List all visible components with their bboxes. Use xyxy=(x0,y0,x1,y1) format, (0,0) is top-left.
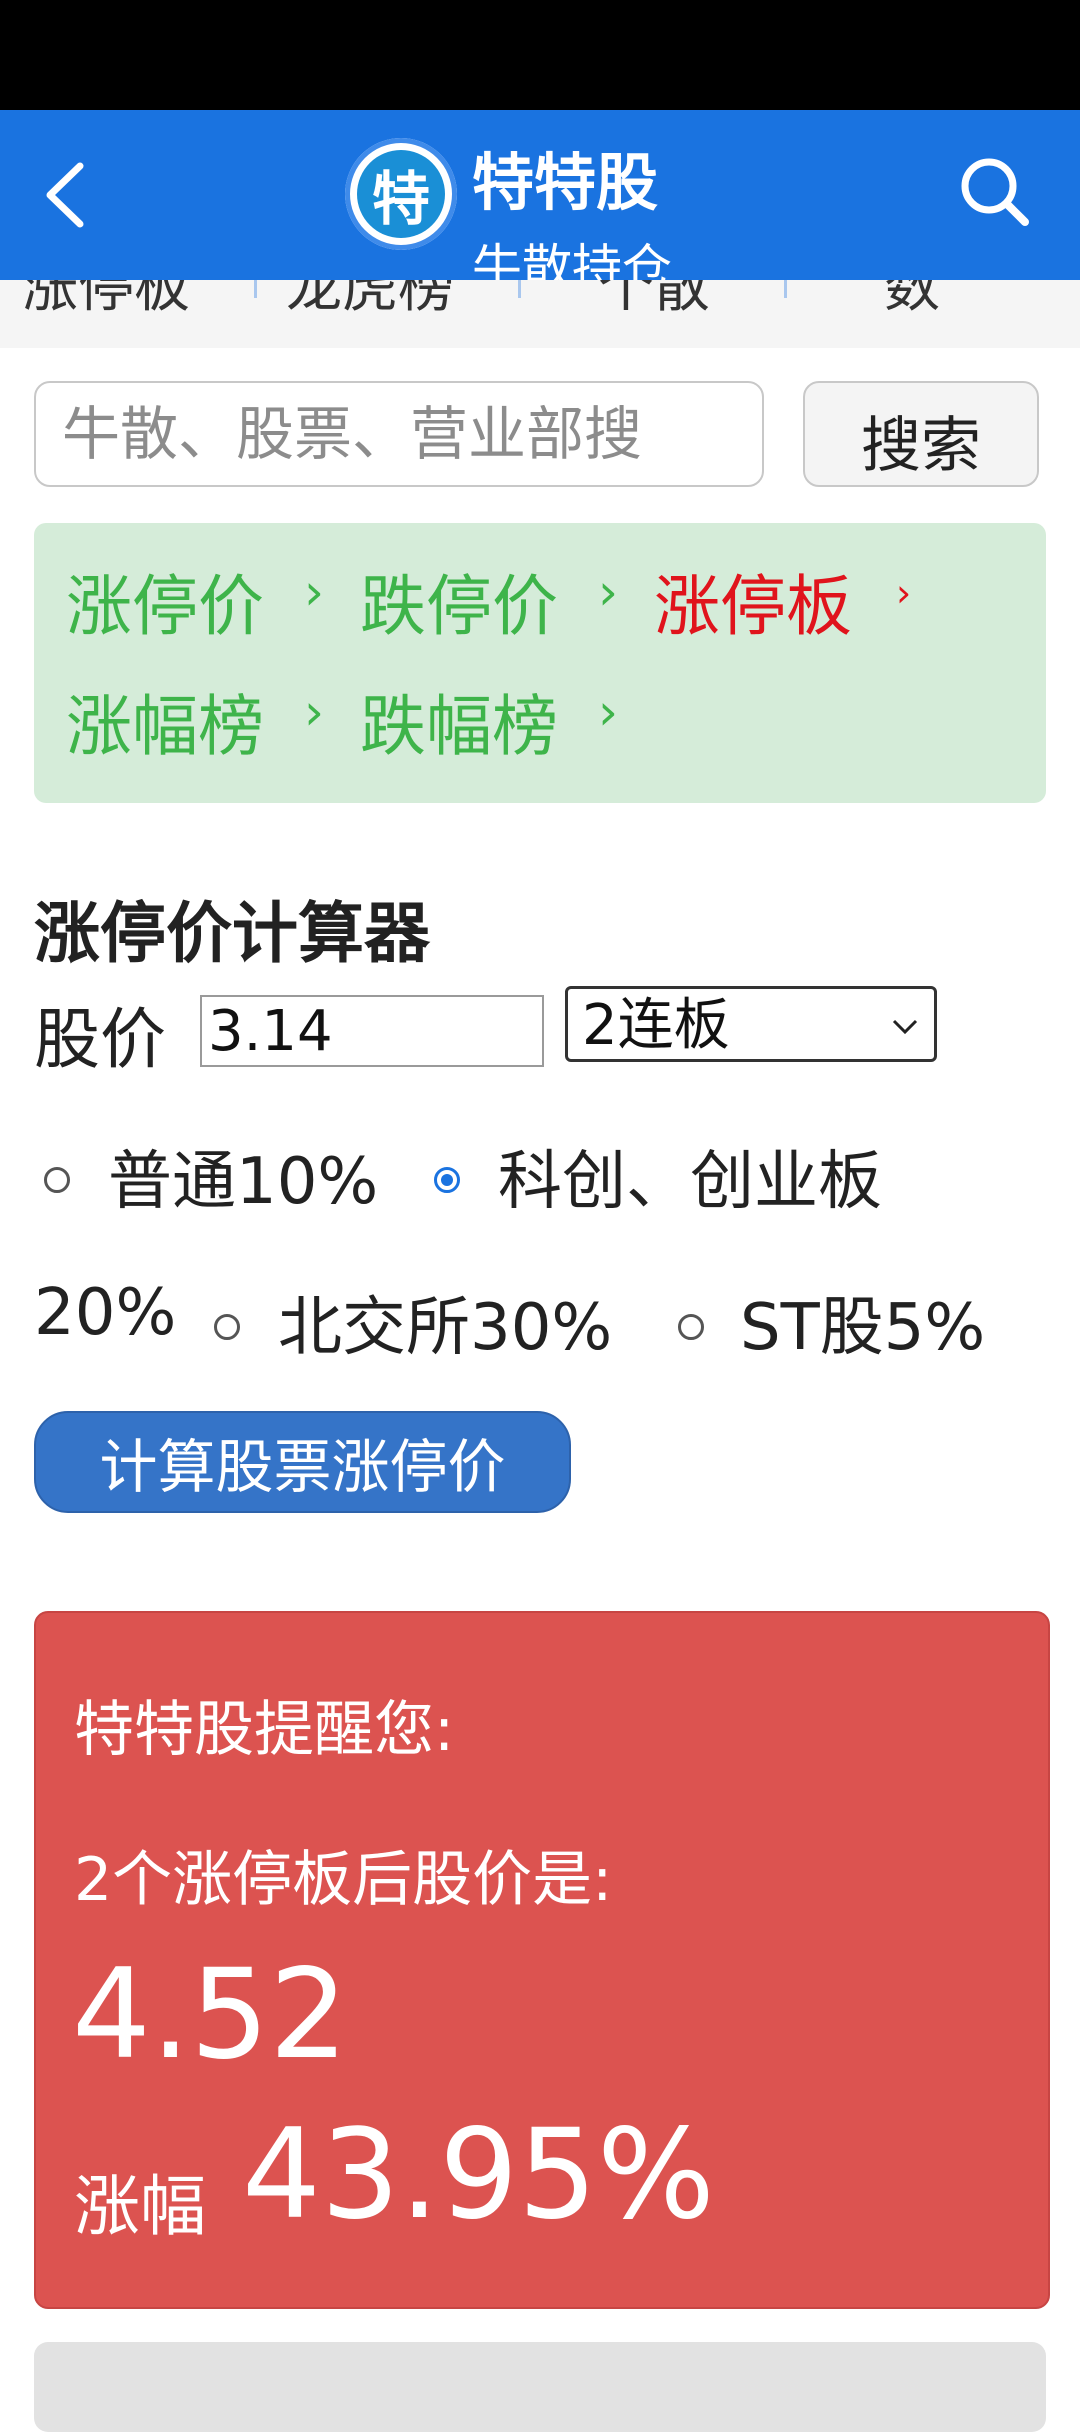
status-bar xyxy=(0,0,1080,110)
tab-data[interactable]: 数 xyxy=(884,280,940,323)
chevron-right-icon: › xyxy=(598,683,618,741)
option-label-bse: 北交所30% xyxy=(278,1291,613,1365)
search-input[interactable] xyxy=(34,381,764,487)
chevron-right-icon: › xyxy=(896,571,912,615)
price-input[interactable] xyxy=(200,995,544,1067)
calculate-button[interactable]: 计算股票涨停价 xyxy=(34,1411,571,1513)
chevron-right-icon: › xyxy=(304,563,324,621)
result-price: 4.52 xyxy=(72,1943,349,2087)
app-title: 特特股 xyxy=(472,146,659,219)
radio-normal-10[interactable] xyxy=(44,1167,70,1193)
back-arrow-icon[interactable] xyxy=(36,160,96,230)
tab-retail[interactable]: 个散 xyxy=(598,280,710,323)
nav-link-gainers[interactable]: 涨幅榜 xyxy=(66,673,264,769)
tab-divider xyxy=(254,280,257,298)
search-icon[interactable] xyxy=(955,152,1035,232)
chevron-down-icon xyxy=(892,1019,918,1035)
quick-nav-links: 涨停价 › 跌停价 › 涨停板 › 涨幅榜 › 跌幅榜 › xyxy=(34,523,1046,803)
option-label-star-growth: 科创、创业板 xyxy=(498,1145,882,1219)
result-reminder-text: 特特股提醒您: xyxy=(74,1695,455,1765)
category-tabs: 涨停板 龙虎榜 个散 数 xyxy=(0,280,1080,348)
tab-divider xyxy=(784,280,787,298)
tab-divider xyxy=(518,280,521,298)
calculator-title: 涨停价计算器 xyxy=(34,895,430,972)
option-label-normal: 普通10% xyxy=(108,1145,379,1219)
nav-link-limit-down-price[interactable]: 跌停价 xyxy=(360,553,558,649)
radio-bse-30[interactable] xyxy=(214,1314,240,1340)
tab-limit-up[interactable]: 涨停板 xyxy=(22,280,190,323)
nav-link-limit-up-price[interactable]: 涨停价 xyxy=(66,553,264,649)
chevron-right-icon: › xyxy=(304,683,324,741)
radio-star-growth-20[interactable] xyxy=(434,1167,460,1193)
nav-link-losers[interactable]: 跌幅榜 xyxy=(360,673,558,769)
app-header: 特 特特股 牛散持仓 xyxy=(0,110,1080,280)
result-gain-label: 涨幅 xyxy=(74,2168,206,2245)
app-logo-char: 特 xyxy=(357,150,445,238)
chevron-right-icon: › xyxy=(598,563,618,621)
board-count-value: 2连板 xyxy=(582,993,730,1058)
option-label-star-growth-pct: 20% xyxy=(34,1276,177,1350)
result-gain-value: 43.95% xyxy=(242,2103,715,2247)
result-description: 2个涨停板后股价是: xyxy=(74,1845,613,1915)
option-label-st: ST股5% xyxy=(740,1291,986,1365)
nav-link-limit-up-board[interactable]: 涨停板 xyxy=(654,553,852,649)
app-logo: 特 xyxy=(345,138,457,250)
search-button[interactable]: 搜索 xyxy=(803,381,1039,487)
next-section-card xyxy=(34,2342,1046,2432)
board-count-select[interactable]: 2连板 xyxy=(565,986,937,1062)
price-label: 股价 xyxy=(34,1001,166,1078)
app-subtitle: 牛散持仓 xyxy=(472,239,672,280)
result-panel: 特特股提醒您: 2个涨停板后股价是: 4.52 涨幅 43.95% xyxy=(34,1611,1050,2309)
radio-st-5[interactable] xyxy=(678,1314,704,1340)
tab-dragon-tiger[interactable]: 龙虎榜 xyxy=(286,280,454,323)
